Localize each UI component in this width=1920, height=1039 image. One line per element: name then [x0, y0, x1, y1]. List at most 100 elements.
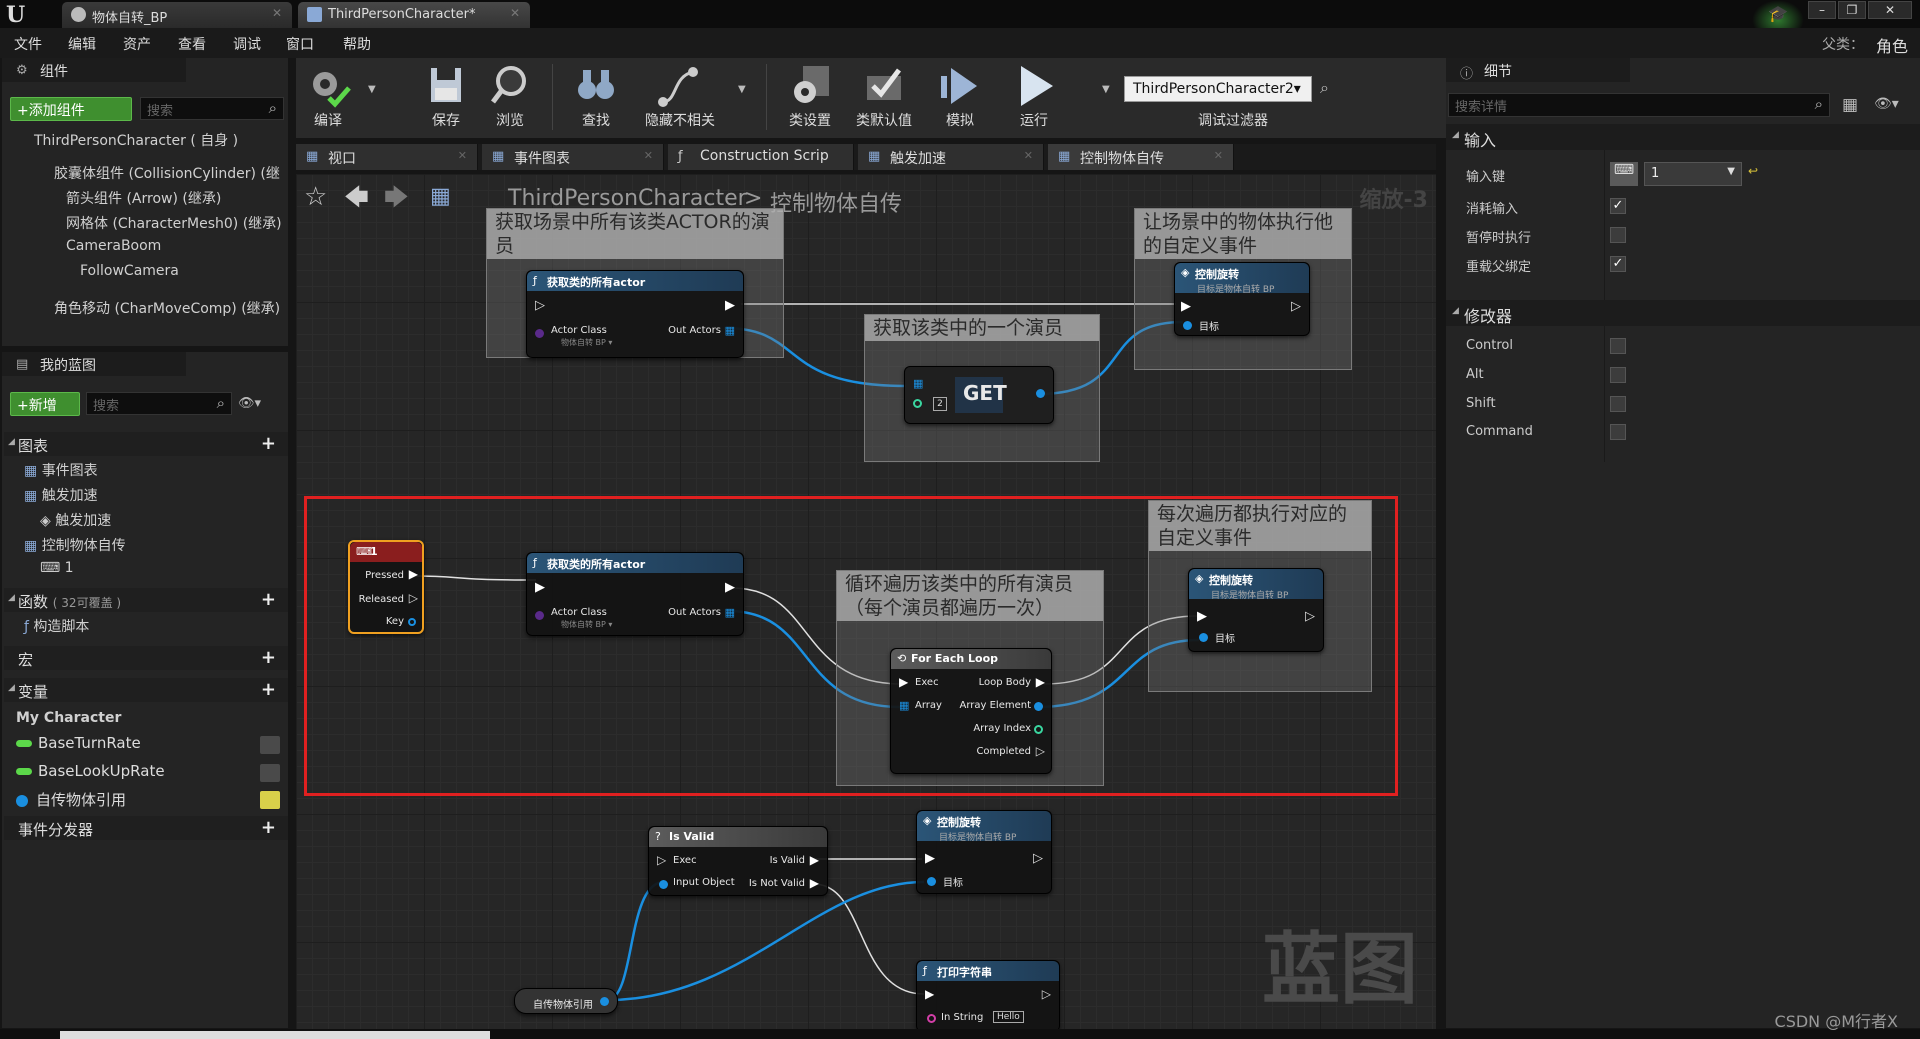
tab-event-graph[interactable]: ▦ 事件图表 ✕ — [482, 144, 664, 170]
eye-visibility-icon[interactable]: 👁▾ — [238, 396, 261, 411]
hide-unrelated-button[interactable]: 隐藏不相关 — [630, 62, 730, 130]
modifier-control-checkbox[interactable] — [1610, 338, 1626, 354]
modifier-command-checkbox[interactable] — [1610, 424, 1626, 440]
menu-edit[interactable]: 编辑 — [68, 34, 96, 54]
play-button[interactable]: 运行 — [1004, 62, 1064, 130]
simulate-button[interactable]: 模拟 — [930, 62, 990, 130]
dispatchers-section[interactable]: 事件分发器 + — [4, 816, 288, 840]
exec-in-pin[interactable]: ▷ — [535, 298, 545, 313]
exec-in-pin[interactable]: ▷ — [657, 853, 666, 867]
comment-title[interactable]: 获取该类中的一个演员 — [865, 315, 1099, 341]
exec-out-pin[interactable]: ▷ — [1033, 851, 1043, 866]
menu-help[interactable]: 帮助 — [343, 34, 371, 54]
input-key-event[interactable]: ⌨ 1 — [40, 560, 74, 576]
visibility-toggle[interactable] — [260, 791, 280, 809]
target-pin[interactable] — [1183, 321, 1192, 330]
input-object-pin[interactable] — [659, 880, 668, 889]
node-control-rotate-bottom[interactable]: 控制旋转 目标是物体自转 BP ◈ ▶ ▷ 目标 — [916, 810, 1052, 894]
object-out-pin[interactable] — [600, 997, 609, 1006]
object-out-pin[interactable] — [1036, 389, 1045, 398]
add-function-icon[interactable]: + — [261, 589, 276, 610]
exec-out-pin[interactable]: ▷ — [1036, 744, 1045, 758]
node-get[interactable]: GET ▦ 2 — [904, 366, 1054, 424]
array-pin[interactable]: ▦ — [725, 606, 735, 619]
exec-out-pin[interactable]: ▷ — [1305, 609, 1315, 624]
comment-title[interactable]: 获取场景中所有该类ACTOR的演员 — [487, 209, 783, 259]
node-print-string[interactable]: 打印字符串 ƒ ▶ ▷ In String Hello — [916, 960, 1060, 1029]
component-collision[interactable]: 胶囊体组件 (CollisionCylinder) (继 — [54, 163, 280, 183]
blueprint-search-input[interactable]: 搜索 ⌕ — [86, 392, 232, 415]
close-window-button[interactable]: ✕ — [1868, 1, 1912, 19]
chevron-down-icon[interactable]: ▼ — [368, 84, 376, 95]
node-control-rotate-loop[interactable]: 控制旋转 目标是物体自转 BP ◈ ▶ ▷ 目标 — [1188, 568, 1324, 652]
class-pin[interactable] — [535, 329, 544, 338]
index-pin[interactable] — [1034, 725, 1043, 734]
tab-construction-script[interactable]: ƒ Construction Scrip — [668, 144, 854, 170]
modifier-alt-checkbox[interactable] — [1610, 367, 1626, 383]
grid-view-icon[interactable]: ▦ — [1842, 95, 1858, 115]
menu-asset[interactable]: 资产 — [123, 34, 151, 54]
variable-base-turn-rate[interactable]: BaseTurnRate — [16, 734, 141, 752]
exec-in-pin[interactable]: ▶ — [925, 987, 934, 1001]
node-variable-rotate-ref[interactable]: 自传物体引用 — [514, 988, 618, 1014]
exec-out-pin[interactable]: ▶ — [810, 853, 819, 867]
add-component-button[interactable]: +添加组件 — [10, 97, 132, 121]
variable-rotate-ref[interactable]: 自传物体引用 — [16, 789, 126, 810]
component-arrow[interactable]: 箭头组件 (Arrow) (继承) — [66, 188, 221, 208]
components-header[interactable]: ⚙ 组件 — [2, 58, 186, 82]
node-for-each-loop[interactable]: For Each Loop ⟲ ▶ Exec Loop Body ▶ ▦ Arr… — [890, 648, 1052, 774]
exec-in-pin[interactable]: ▶ — [899, 675, 908, 689]
unreal-logo-icon[interactable]: U — [6, 2, 32, 28]
consume-input-checkbox[interactable]: ✓ — [1610, 198, 1626, 214]
exec-out-pin[interactable]: ▶ — [725, 298, 735, 313]
class-settings-button[interactable]: 类设置 — [780, 62, 840, 130]
functions-section[interactable]: ◢ 函数 ( 32可覆盖 ) + — [4, 588, 288, 612]
component-search-input[interactable]: 搜索 ⌕ — [140, 97, 284, 120]
component-mesh[interactable]: 网格体 (CharacterMesh0) (继承) — [66, 213, 282, 233]
close-icon[interactable]: ✕ — [458, 149, 467, 162]
comment-title[interactable]: 让场景中的物体执行他的自定义事件 — [1135, 209, 1351, 259]
menu-debug[interactable]: 调试 — [233, 34, 261, 54]
close-icon[interactable]: ✕ — [644, 149, 653, 162]
parent-class-value[interactable]: 角色 — [1876, 33, 1908, 57]
exec-in-pin[interactable]: ▶ — [925, 851, 935, 866]
variable-base-lookup-rate[interactable]: BaseLookUpRate — [16, 762, 165, 780]
exec-out-pin[interactable]: ▶ — [810, 876, 819, 890]
graphs-section[interactable]: ◢ 图表 + — [4, 432, 288, 456]
details-search-input[interactable]: 搜索详情 ⌕ — [1448, 93, 1830, 117]
string-pin[interactable] — [927, 1014, 936, 1023]
execute-paused-checkbox[interactable] — [1610, 227, 1626, 243]
node-get-all-actors-loop[interactable]: 获取类的所有actor ƒ ▶ ▶ Actor Class 物体自转 BP ▾ … — [526, 552, 744, 636]
modifier-shift-checkbox[interactable] — [1610, 396, 1626, 412]
new-button[interactable]: +新增 — [10, 392, 80, 416]
eye-visibility-icon[interactable]: 👁▾ — [1874, 96, 1899, 112]
close-icon[interactable]: ✕ — [1214, 149, 1223, 162]
component-root[interactable]: ThirdPersonCharacter ( 自身 ) — [34, 130, 238, 150]
override-parent-checkbox[interactable]: ✓ — [1610, 256, 1626, 272]
key-pin[interactable] — [408, 618, 416, 626]
close-icon[interactable]: ✕ — [1024, 149, 1033, 162]
graph-canvas[interactable]: ☆ 🡄 🡆 ▦ ThirdPersonCharacter > 控制物体自传 缩放… — [296, 174, 1436, 1029]
target-pin[interactable] — [1199, 633, 1208, 642]
close-icon[interactable]: ✕ — [510, 6, 520, 20]
maximize-button[interactable]: ❐ — [1838, 1, 1866, 19]
keyboard-icon[interactable]: ⌨ — [1610, 162, 1638, 186]
modifiers-section[interactable]: ◢ 修改器 — [1446, 300, 1920, 326]
graduation-cap-icon[interactable]: 🎓 — [1768, 4, 1788, 23]
node-is-valid[interactable]: Is Valid ? ▷ Exec Is Valid ▶ Input Objec… — [648, 826, 828, 896]
debug-object-dropdown[interactable]: ThirdPersonCharacter2▾ — [1124, 76, 1312, 102]
exec-out-pin[interactable]: ▷ — [1042, 987, 1051, 1001]
class-defaults-button[interactable]: 类默认值 — [854, 62, 914, 130]
exec-in-pin[interactable]: ▶ — [535, 580, 545, 595]
visibility-toggle[interactable] — [260, 764, 280, 782]
menu-file[interactable]: 文件 — [14, 34, 42, 54]
tab-viewport[interactable]: ▦ 视口 ✕ — [296, 144, 478, 170]
exec-in-pin[interactable]: ▶ — [1181, 299, 1191, 314]
exec-out-pin[interactable]: ▶ — [1036, 675, 1045, 689]
variable-category[interactable]: My Character — [16, 710, 121, 726]
macros-section[interactable]: 宏 + — [4, 646, 288, 670]
exec-out-pin[interactable]: ▶ — [409, 567, 418, 581]
menu-window[interactable]: 窗口 — [286, 34, 314, 54]
component-followcamera[interactable]: FollowCamera — [80, 263, 179, 279]
graph-trigger-accel[interactable]: ▦ 触发加速 — [24, 485, 98, 505]
